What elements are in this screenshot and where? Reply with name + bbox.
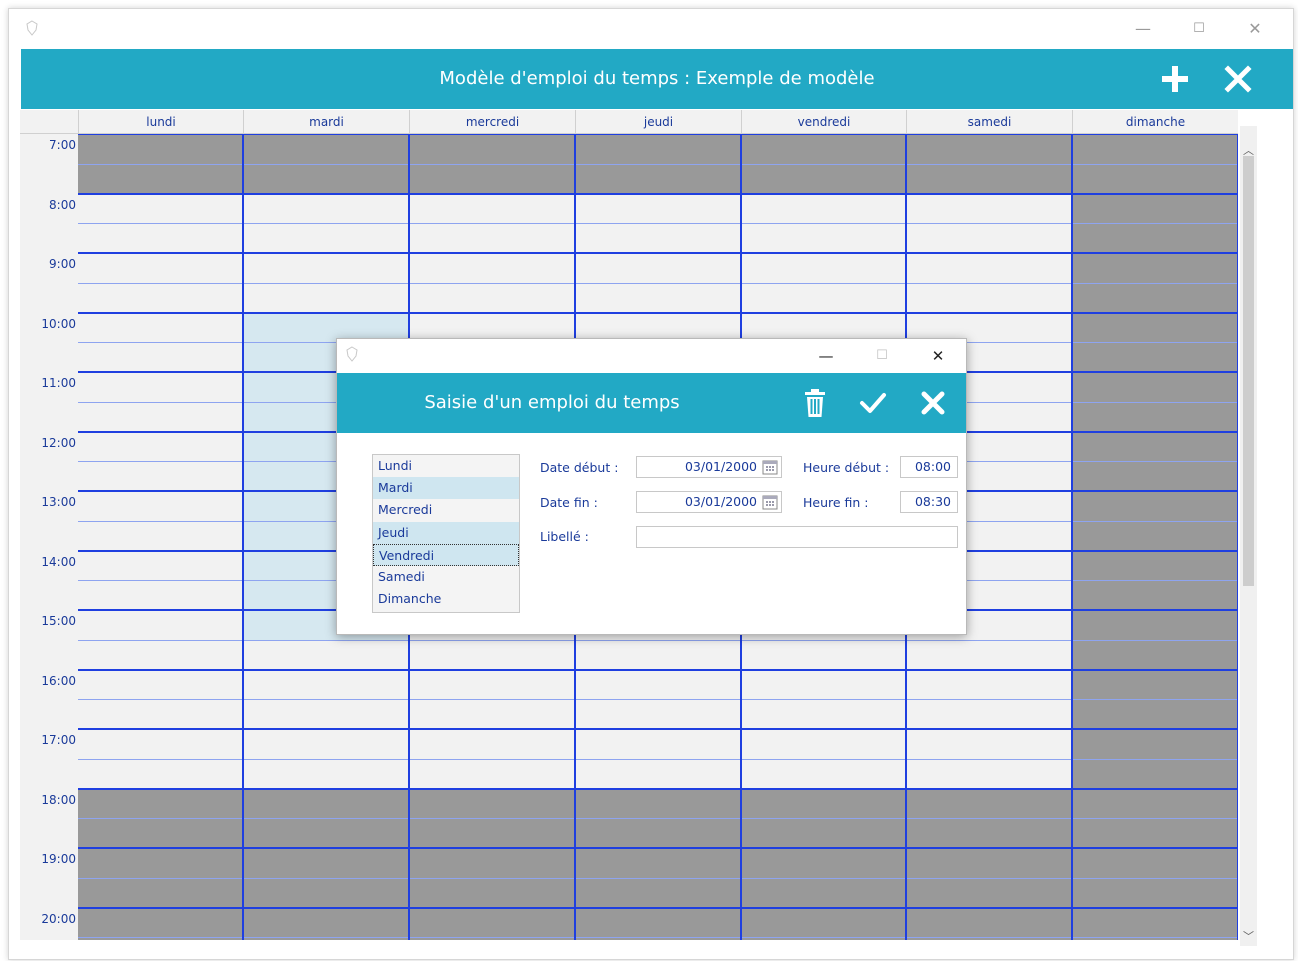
libelle-field[interactable]: [636, 526, 958, 548]
hour-line: [78, 847, 1238, 849]
day-header-jeudi: jeudi: [575, 110, 741, 134]
hour-line: [78, 668, 1238, 671]
time-label: 17:00: [41, 733, 76, 747]
dialog-maximize-button[interactable]: ☐: [867, 345, 897, 367]
time-slot-vendredi-20:00[interactable]: [741, 907, 906, 940]
title-bar: — ☐ ✕: [9, 9, 1293, 49]
date-fin-label: Date fin :: [540, 495, 598, 510]
day-header-samedi: samedi: [906, 110, 1072, 134]
day-header-dimanche: dimanche: [1072, 110, 1238, 134]
heure-fin-field[interactable]: 08:30: [900, 491, 958, 513]
date-debut-field[interactable]: 03/01/2000: [636, 456, 782, 478]
hour-line: [78, 728, 1238, 730]
half-hour-line: [78, 818, 1238, 820]
time-slot-mardi-20:00[interactable]: [243, 907, 409, 940]
hour-line: [78, 311, 1238, 314]
time-label: 11:00: [41, 376, 76, 390]
day-listbox[interactable]: Lundi Mardi Mercredi Jeudi Vendredi Samedi Dim…: [372, 454, 520, 613]
time-slot-samedi-20:00[interactable]: [906, 907, 1072, 940]
time-label: 20:00: [41, 911, 76, 926]
time-label: 7:00: [49, 138, 76, 152]
day-list-item-jeudi[interactable]: Jeudi: [373, 521, 519, 544]
half-hour-line: [78, 699, 1238, 701]
time-label: 14:00: [41, 554, 76, 569]
date-debut-label: Date début :: [540, 460, 619, 475]
half-hour-line: [78, 163, 1238, 165]
time-label: 10:00: [41, 316, 76, 331]
day-column-line: [1237, 134, 1238, 940]
date-fin-field[interactable]: 03/01/2000: [636, 491, 782, 513]
hour-line: [78, 906, 1238, 909]
page-title: Modèle d'emploi du temps : Exemple de mo…: [439, 68, 875, 89]
heure-fin-label: Heure fin :: [803, 495, 869, 510]
scroll-down-icon[interactable]: ﹀: [1240, 928, 1257, 945]
day-list-item-samedi[interactable]: Samedi: [373, 566, 519, 588]
half-hour-line: [78, 937, 1238, 939]
close-button[interactable]: ✕: [1237, 17, 1273, 41]
time-label: 15:00: [41, 614, 76, 628]
day-list-item-mercredi[interactable]: Mercredi: [373, 499, 519, 521]
dialog-header: Saisie d'un emploi du temps: [337, 373, 966, 433]
day-list-item-mardi[interactable]: Mardi: [373, 477, 519, 500]
time-slot-jeudi-20:00[interactable]: [575, 907, 741, 940]
time-slot-lundi-20:00[interactable]: [78, 907, 243, 940]
trash-icon[interactable]: [799, 387, 831, 419]
add-icon[interactable]: [1159, 63, 1191, 95]
time-label: 18:00: [41, 792, 76, 807]
day-column-line: [1071, 134, 1073, 940]
half-hour-line: [78, 223, 1238, 225]
vertical-scrollbar[interactable]: ︿ ﹀: [1240, 126, 1257, 946]
time-label: 8:00: [49, 197, 76, 212]
half-hour-line: [78, 639, 1238, 641]
maximize-button[interactable]: ☐: [1181, 17, 1217, 41]
heure-debut-field[interactable]: 08:00: [900, 456, 958, 478]
day-column-line: [242, 134, 244, 940]
day-list-item-dimanche[interactable]: Dimanche: [373, 588, 519, 610]
hour-line: [78, 192, 1238, 195]
header-bar: Modèle d'emploi du temps : Exemple de mo…: [21, 49, 1293, 109]
minimize-button[interactable]: —: [1125, 17, 1161, 41]
app-logo-icon: [26, 20, 38, 36]
day-header-mercredi: mercredi: [409, 110, 575, 134]
time-label: 19:00: [41, 852, 76, 866]
day-header-mardi: mardi: [243, 110, 409, 134]
libelle-label: Libellé :: [540, 529, 589, 544]
day-list-item-lundi[interactable]: Lundi: [373, 455, 519, 477]
half-hour-line: [78, 758, 1238, 760]
day-header-vendredi: vendredi: [741, 110, 906, 134]
day-header-lundi: lundi: [78, 110, 243, 134]
grid-corner: [20, 110, 78, 134]
check-icon[interactable]: [857, 387, 889, 419]
dialog-close-button[interactable]: ✕: [923, 345, 953, 367]
half-hour-line: [78, 877, 1238, 879]
dialog-minimize-button[interactable]: —: [811, 345, 841, 367]
dialog-title-bar: — ☐ ✕: [337, 339, 966, 373]
time-label: 12:00: [41, 435, 76, 450]
time-slot-mercredi-20:00[interactable]: [409, 907, 575, 940]
hour-line: [78, 252, 1238, 254]
app-logo-icon: [346, 346, 358, 362]
hour-line: [78, 787, 1238, 790]
cancel-icon[interactable]: [917, 387, 949, 419]
time-label: 13:00: [41, 495, 76, 509]
half-hour-line: [78, 282, 1238, 284]
day-list-item-vendredi[interactable]: Vendredi: [373, 543, 519, 566]
calendar-icon[interactable]: [762, 494, 778, 510]
time-label: 9:00: [49, 257, 76, 271]
scroll-thumb[interactable]: [1243, 156, 1254, 586]
dialog-title: Saisie d'un emploi du temps: [424, 392, 680, 413]
schedule-entry-dialog: — ☐ ✕ Saisie d'un emploi du temps Lundi M…: [336, 338, 967, 635]
time-label: 16:00: [41, 673, 76, 688]
time-slot-dimanche-20:00[interactable]: [1072, 907, 1238, 940]
heure-debut-label: Heure début :: [803, 460, 890, 475]
close-icon[interactable]: [1222, 63, 1254, 95]
calendar-icon[interactable]: [762, 459, 778, 475]
